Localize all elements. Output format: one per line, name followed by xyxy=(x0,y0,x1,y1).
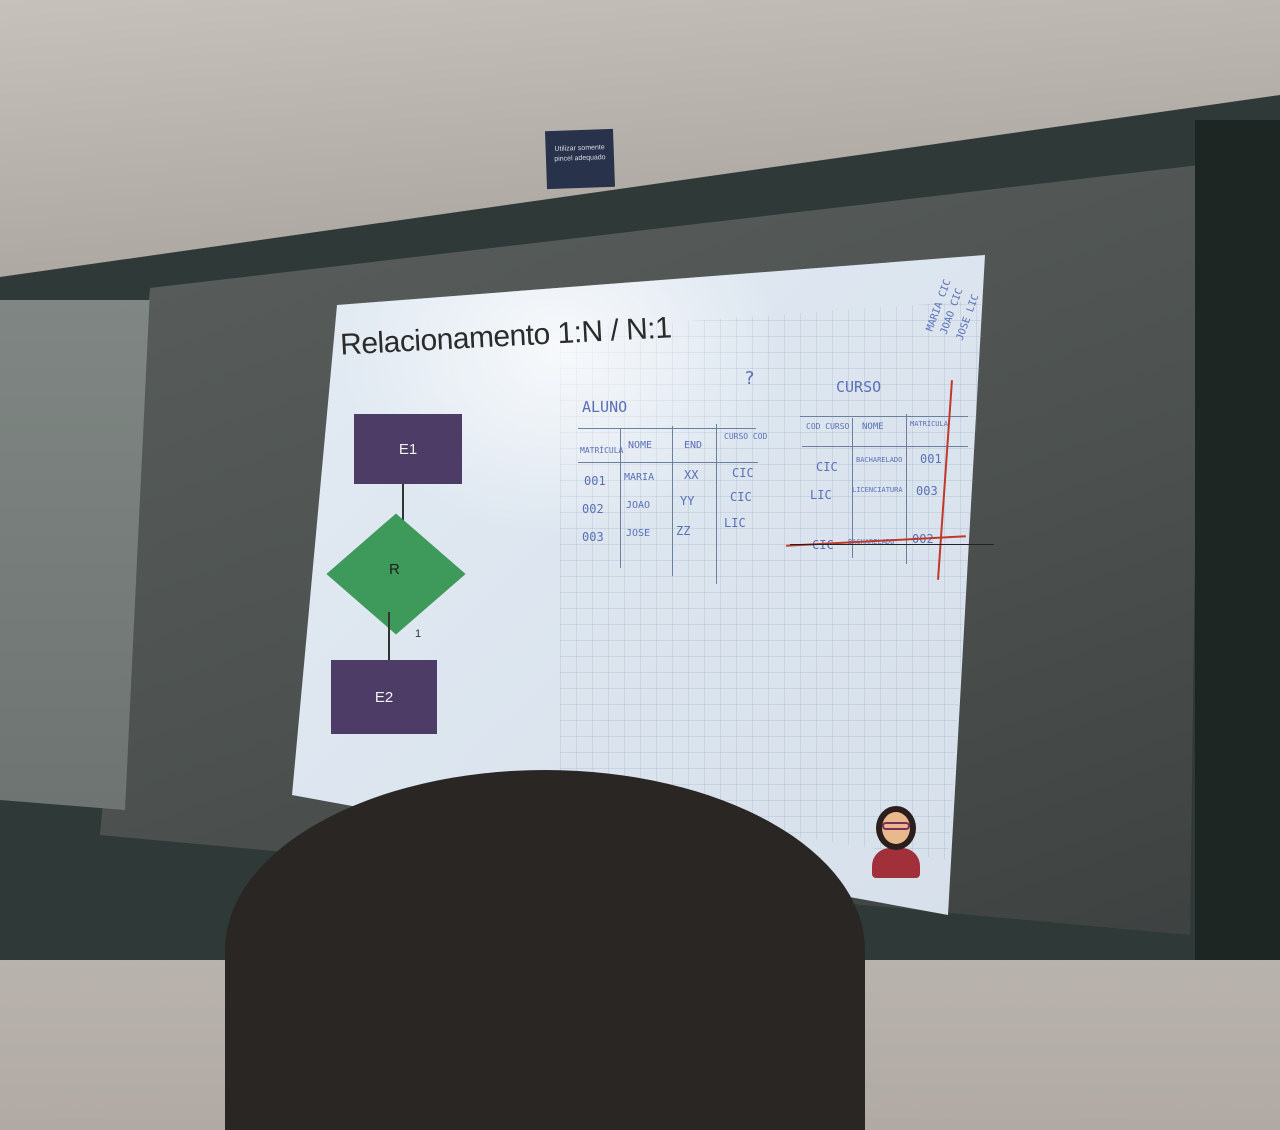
aluno-header-2: NOME xyxy=(628,440,653,451)
entity-e2-label: E2 xyxy=(374,688,394,706)
aluno-col-line-2 xyxy=(672,426,673,576)
aluno-table-header-line xyxy=(578,462,758,463)
curso-r1-c1: CIC xyxy=(816,460,838,474)
entity-e1-label: E1 xyxy=(398,440,418,458)
aluno-r3-c4: LIC xyxy=(724,516,746,530)
cardinality-label: 1 xyxy=(415,628,422,640)
entity-e1-box: E1 xyxy=(354,414,462,484)
curso-header-1: COD CURSO xyxy=(806,422,850,431)
aluno-header-4: CURSO COD xyxy=(724,432,768,441)
connector-bottom xyxy=(388,612,390,660)
curso-r1-c3: 001 xyxy=(920,452,942,466)
aluno-r1-c3: XX xyxy=(684,468,699,482)
curso-r2-c2: LICENCIATURA xyxy=(852,486,903,494)
aluno-r1-c2: MARIA xyxy=(624,472,655,483)
avatar-glasses xyxy=(882,822,910,830)
aluno-r2-c2: JOAO xyxy=(626,500,651,511)
entity-e2-box: E2 xyxy=(331,660,437,734)
curso-header-3: MATRÍCULA xyxy=(910,420,948,428)
question-mark: ? xyxy=(744,368,755,389)
aluno-col-line-3 xyxy=(716,424,717,584)
curso-table-header-line xyxy=(802,446,968,447)
aluno-r3-c1: 003 xyxy=(582,530,604,544)
avatar-body xyxy=(872,848,920,878)
relationship-label: R xyxy=(389,561,400,578)
curso-title: CURSO xyxy=(836,378,882,396)
presenter-avatar xyxy=(868,800,924,880)
black-line xyxy=(790,544,994,545)
aluno-r1-c4: CIC xyxy=(732,466,754,480)
curso-header-2: NOME xyxy=(862,422,884,432)
curso-r2-c1: LIC xyxy=(810,488,832,502)
aluno-r1-c1: 001 xyxy=(584,474,606,488)
aluno-r2-c4: CIC xyxy=(730,490,752,504)
curso-r1-c2: BACHARELADO xyxy=(856,456,903,464)
audience-head xyxy=(225,770,865,1130)
aluno-title: ALUNO xyxy=(582,398,628,416)
curso-r2-c3: 003 xyxy=(916,484,938,498)
aluno-r3-c3: ZZ xyxy=(676,524,691,538)
aluno-r2-c3: YY xyxy=(680,494,695,508)
aluno-table-top xyxy=(578,428,756,429)
curso-col-line-2 xyxy=(906,414,907,564)
aluno-r2-c1: 002 xyxy=(582,502,604,516)
curso-table-top xyxy=(800,416,968,417)
aluno-r3-c2: JOSE xyxy=(626,528,651,539)
aluno-header-1: MATRÍCULA xyxy=(580,446,624,455)
aluno-header-3: END xyxy=(684,440,703,451)
